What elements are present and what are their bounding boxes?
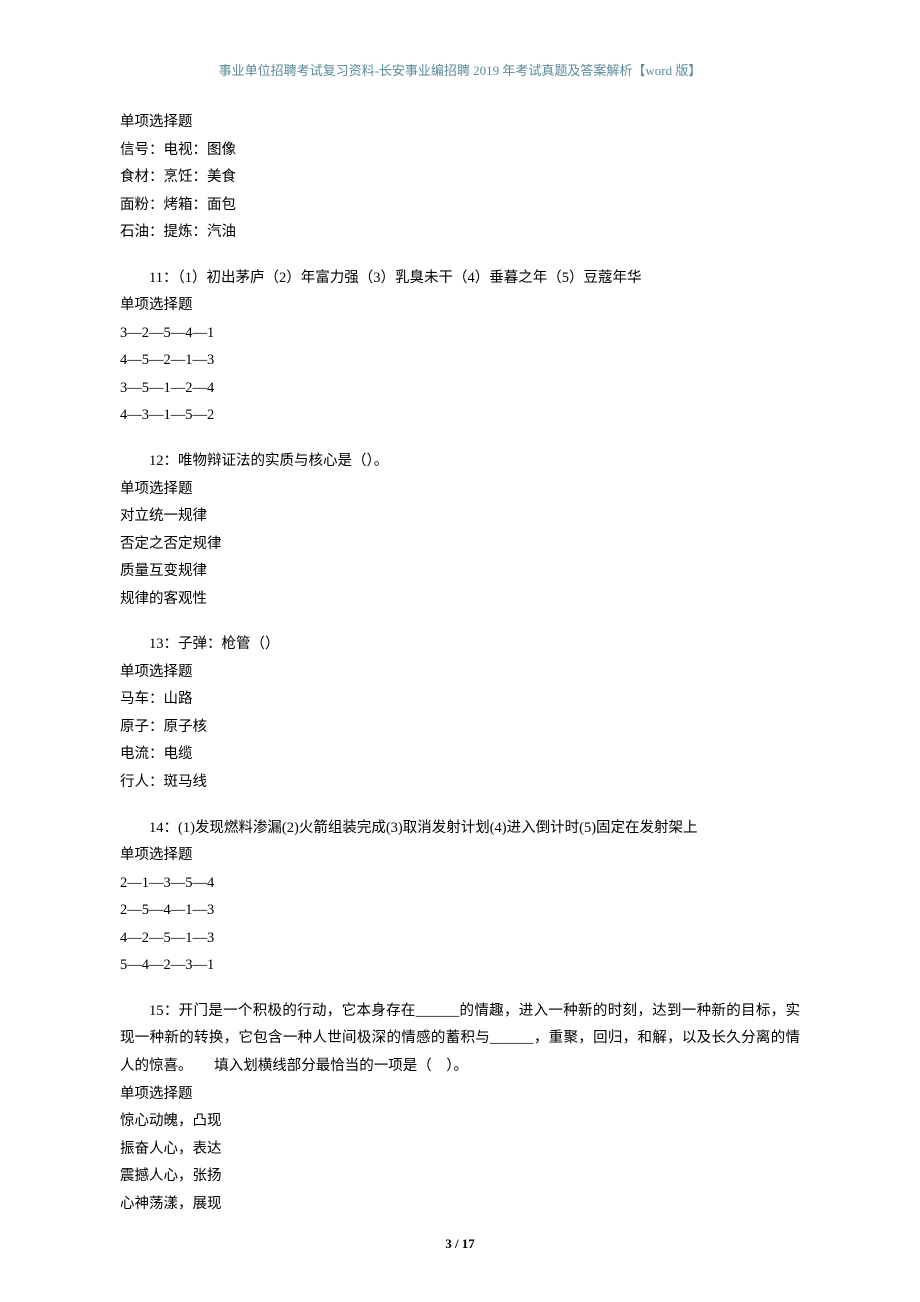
question-block-14: 14：(1)发现燃料渗漏(2)火箭组装完成(3)取消发射计划(4)进入倒计时(5… xyxy=(120,815,800,980)
document-page: 事业单位招聘考试复习资料-长安事业编招聘 2019 年考试真题及答案解析【wor… xyxy=(0,0,920,1276)
text-line: 4—3—1—5—2 xyxy=(120,402,800,430)
text-line: 质量互变规律 xyxy=(120,558,800,586)
text-line: 振奋人心，表达 xyxy=(120,1136,800,1164)
text-line: 惊心动魄，凸现 xyxy=(120,1108,800,1136)
text-line: 2—1—3—5—4 xyxy=(120,870,800,898)
text-line: 单项选择题 xyxy=(120,659,800,687)
question-block-13: 13：子弹：枪管（） 单项选择题 马车：山路 原子：原子核 电流：电缆 行人：斑… xyxy=(120,631,800,796)
text-line: 否定之否定规律 xyxy=(120,531,800,559)
question-stem: 14：(1)发现燃料渗漏(2)火箭组装完成(3)取消发射计划(4)进入倒计时(5… xyxy=(120,815,800,843)
text-line: 3—2—5—4—1 xyxy=(120,320,800,348)
text-line: 震撼人心，张扬 xyxy=(120,1163,800,1191)
text-line: 原子：原子核 xyxy=(120,714,800,742)
text-line: 对立统一规律 xyxy=(120,503,800,531)
question-stem: 11：（1）初出茅庐（2）年富力强（3）乳臭未干（4）垂暮之年（5）豆蔻年华 xyxy=(120,265,800,293)
text-line: 单项选择题 xyxy=(120,476,800,504)
question-block-12: 12：唯物辩证法的实质与核心是（）。 单项选择题 对立统一规律 否定之否定规律 … xyxy=(120,448,800,613)
text-line: 食材：烹饪：美食 xyxy=(120,164,800,192)
text-line: 2—5—4—1—3 xyxy=(120,897,800,925)
text-line: 4—5—2—1—3 xyxy=(120,347,800,375)
text-line: 单项选择题 xyxy=(120,292,800,320)
text-line: 单项选择题 xyxy=(120,1081,800,1109)
text-line: 电流：电缆 xyxy=(120,741,800,769)
question-stem: 13：子弹：枪管（） xyxy=(120,631,800,659)
document-content: 单项选择题 信号：电视：图像 食材：烹饪：美食 面粉：烤箱：面包 石油：提炼：汽… xyxy=(120,109,800,1218)
page-number: 3 / 17 xyxy=(0,1236,920,1252)
question-stem: 12：唯物辩证法的实质与核心是（）。 xyxy=(120,448,800,476)
text-line: 5—4—2—3—1 xyxy=(120,952,800,980)
text-line: 面粉：烤箱：面包 xyxy=(120,192,800,220)
page-header: 事业单位招聘考试复习资料-长安事业编招聘 2019 年考试真题及答案解析【wor… xyxy=(120,60,800,79)
question-stem: 15：开门是一个积极的行动，它本身存在______的情趣，进入一种新的时刻，达到… xyxy=(120,998,800,1081)
text-line: 石油：提炼：汽油 xyxy=(120,219,800,247)
text-line: 行人：斑马线 xyxy=(120,769,800,797)
text-line: 信号：电视：图像 xyxy=(120,137,800,165)
question-block-15: 15：开门是一个积极的行动，它本身存在______的情趣，进入一种新的时刻，达到… xyxy=(120,998,800,1218)
question-block-11: 11：（1）初出茅庐（2）年富力强（3）乳臭未干（4）垂暮之年（5）豆蔻年华 单… xyxy=(120,265,800,430)
text-line: 单项选择题 xyxy=(120,109,800,137)
question-block-10-continuation: 单项选择题 信号：电视：图像 食材：烹饪：美食 面粉：烤箱：面包 石油：提炼：汽… xyxy=(120,109,800,247)
text-line: 规律的客观性 xyxy=(120,586,800,614)
text-line: 单项选择题 xyxy=(120,842,800,870)
text-line: 马车：山路 xyxy=(120,686,800,714)
text-line: 心神荡漾，展现 xyxy=(120,1191,800,1219)
text-line: 3—5—1—2—4 xyxy=(120,375,800,403)
text-line: 4—2—5—1—3 xyxy=(120,925,800,953)
